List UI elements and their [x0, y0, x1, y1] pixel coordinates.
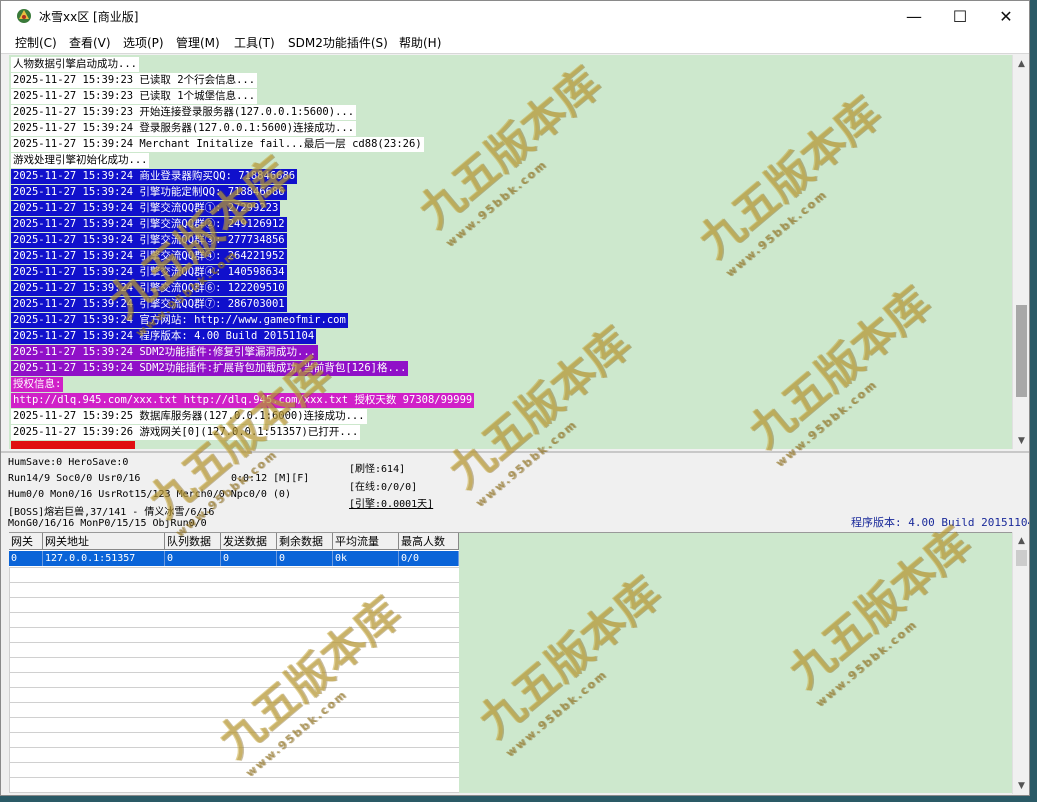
log-line: 2025-11-27 15:39:24 SDM2功能插件:修复引擎漏洞成功... — [11, 345, 319, 360]
log-line: 2025-11-27 15:39:24 程序版本: 4.00 Build 201… — [11, 329, 317, 344]
log-line: 2025-11-27 15:39:26 — [11, 441, 136, 449]
grid-scroll-down-icon[interactable]: ▼ — [1013, 777, 1029, 794]
log-line: 2025-11-27 15:39:24 官方网站: http://www.gam… — [11, 313, 348, 328]
log-line: 2025-11-27 15:39:25 数据库服务器(127.0.0.1:600… — [11, 409, 367, 424]
refresh-monster-count: [刷怪:614] — [349, 464, 406, 475]
minimize-button[interactable]: — — [891, 1, 937, 31]
log-line: 2025-11-27 15:39:23 已读取 1个城堡信息... — [11, 89, 258, 104]
log-line: 2025-11-27 15:39:24 商业登录器购买QQ: 718846686 — [11, 169, 298, 184]
log-line: 游戏处理引擎初始化成功... — [11, 153, 150, 168]
maximize-button[interactable]: ☐ — [937, 1, 983, 31]
scroll-thumb[interactable] — [1016, 305, 1027, 397]
log-line: 2025-11-27 15:39:24 SDM2功能插件:扩展背包加载成功,当前… — [11, 361, 409, 376]
log-panel[interactable]: 人物数据引擎启动成功... 2025-11-27 15:39:23 已读取 2个行… — [9, 55, 1012, 449]
engine-days-link[interactable]: [引擎:0.0001天] — [349, 495, 433, 510]
log-line: http://dlq.945.com/xxx.txt http://dlq.94… — [11, 393, 475, 408]
menu-manage[interactable]: 管理(M) — [176, 34, 220, 51]
log-line: 2025-11-27 15:39:24 引擎交流QQ群③: 277734856 — [11, 233, 287, 248]
log-line: 2025-11-27 15:39:24 登录服务器(127.0.0.1:5600… — [11, 121, 357, 136]
window-title: 冰雪xx区 [商业版] — [39, 10, 139, 24]
log-line: 2025-11-27 15:39:24 引擎交流QQ群④: 140598634 — [11, 265, 287, 280]
cell-send: 0 — [221, 551, 277, 566]
log-line: 2025-11-27 15:39:24 引擎交流QQ群②: 249126912 — [11, 217, 287, 232]
app-icon — [17, 9, 31, 23]
log-scrollbar[interactable]: ▲ ▼ — [1012, 55, 1029, 449]
boss-status: [BOSS]熔岩巨兽,37/141 - 倩义冰雪/6/16 — [8, 507, 215, 518]
log-line: 人物数据引擎启动成功... — [11, 57, 139, 72]
save-status: HumSave:0 HeroSave:0 — [8, 457, 129, 468]
menu-tools[interactable]: 工具(T) — [234, 34, 275, 51]
log-line: 2025-11-27 15:39:23 开始连接登录服务器(127.0.0.1:… — [11, 105, 357, 120]
col-header-gate[interactable]: 网关 — [9, 533, 43, 550]
monster-group-status: MonG0/16/16 MonP0/15/15 ObjRun0/0 — [8, 518, 207, 529]
menu-control[interactable]: 控制(C) — [15, 34, 57, 51]
col-header-remain[interactable]: 剩余数据 — [277, 533, 333, 550]
gateway-grid-panel: 网关 网关地址 队列数据 发送数据 剩余数据 平均流量 最高人数 0 127.0… — [9, 532, 1012, 793]
scroll-down-icon[interactable]: ▼ — [1013, 432, 1029, 449]
online-count: [在线:0/0/0] — [349, 482, 418, 493]
col-header-avg-flow[interactable]: 平均流量 — [333, 533, 399, 550]
log-line: 2025-11-27 15:39:24 Merchant Initalize f… — [11, 137, 424, 152]
cell-max-users: 0/0 — [399, 551, 459, 566]
log-line: 2025-11-27 15:39:24 引擎功能定制QQ: 718846686 — [11, 185, 287, 200]
program-version: 程序版本: 4.00 Build 20151104 — [851, 516, 1030, 529]
title-bar[interactable]: 冰雪xx区 [商业版] — ☐ ✕ — [1, 1, 1029, 31]
col-header-send[interactable]: 发送数据 — [221, 533, 277, 550]
log-line: 2025-11-27 15:39:24 引擎交流QQ群⑥: 122209510 — [11, 281, 287, 296]
scroll-up-icon[interactable]: ▲ — [1013, 55, 1029, 72]
menu-options[interactable]: 选项(P) — [123, 34, 164, 51]
col-header-max-users[interactable]: 最高人数 — [399, 533, 459, 550]
cell-queue: 0 — [165, 551, 221, 566]
cell-remain: 0 — [277, 551, 333, 566]
main-window: 冰雪xx区 [商业版] — ☐ ✕ 控制(C) 查看(V) 选项(P) 管理(M… — [0, 0, 1030, 796]
grid-scrollbar[interactable]: ▲ ▼ — [1012, 532, 1029, 794]
menu-help[interactable]: 帮助(H) — [399, 34, 441, 51]
log-line: 授权信息: — [11, 377, 64, 392]
grid-scroll-thumb[interactable] — [1016, 550, 1027, 566]
log-line: 2025-11-27 15:39:24 引擎交流QQ群④: 264221952 — [11, 249, 287, 264]
cell-gate: 0 — [9, 551, 43, 566]
cell-avg-flow: 0k — [333, 551, 399, 566]
menu-sdm2-plugin[interactable]: SDM2功能插件(S) — [288, 34, 388, 51]
log-line: 2025-11-27 15:39:24 引擎交流QQ群⑦: 286703001 — [11, 297, 287, 312]
grid-scroll-up-icon[interactable]: ▲ — [1013, 532, 1029, 549]
menu-view[interactable]: 查看(V) — [69, 34, 111, 51]
col-header-address[interactable]: 网关地址 — [43, 533, 165, 550]
run-status: Run14/9 Soc0/0 Usr0/16 — [8, 473, 141, 484]
close-button[interactable]: ✕ — [983, 1, 1029, 31]
run-timer: 0:0:12 [M][F] — [231, 473, 310, 484]
log-line: 2025-11-27 15:39:24 引擎交流QQ群①: 27299223 — [11, 201, 281, 216]
human-monster-status: Hum0/0 Mon0/16 UsrRot15/123 Merch0/0 Npc… — [8, 489, 291, 500]
status-panel: HumSave:0 HeroSave:0 Run14/9 Soc0/0 Usr0… — [1, 451, 1030, 533]
menu-bar: 控制(C) 查看(V) 选项(P) 管理(M) 工具(T) SDM2功能插件(S… — [1, 31, 1029, 54]
log-line: 2025-11-27 15:39:23 已读取 2个行会信息... — [11, 73, 258, 88]
gateway-table[interactable]: 网关 网关地址 队列数据 发送数据 剩余数据 平均流量 最高人数 0 127.0… — [9, 533, 459, 793]
col-header-queue[interactable]: 队列数据 — [165, 533, 221, 550]
log-line: 2025-11-27 15:39:26 游戏网关[0](127.0.0.1:51… — [11, 425, 361, 440]
cell-address: 127.0.0.1:51357 — [43, 551, 165, 566]
